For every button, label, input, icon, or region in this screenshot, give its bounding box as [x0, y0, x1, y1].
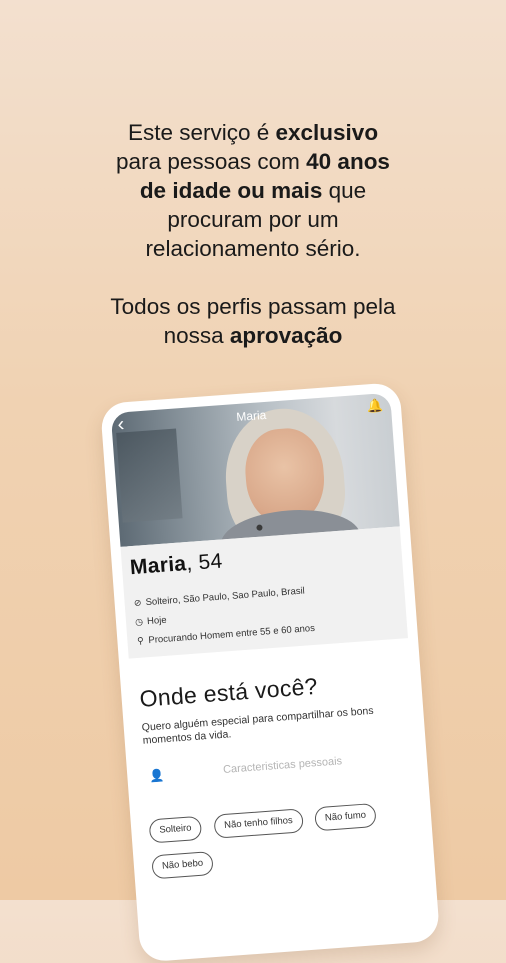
chip-solteiro[interactable]: Solteiro [148, 815, 203, 844]
promo-line-3: de idade ou mais que [139, 178, 367, 203]
promo-text: Este serviço é exclusivo para pessoas co… [30, 118, 476, 350]
profile-photo[interactable]: ‹ Maria 🔔 [110, 392, 400, 547]
last-seen-line: ◷ Hoje [134, 614, 167, 628]
search-icon: ⚲ [136, 635, 145, 646]
promo-line-2: para pessoas com 40 anos [116, 149, 390, 174]
characteristics-label: Caracteristicas pessoais [222, 755, 343, 776]
promo-line-5: relacionamento sério. [145, 236, 361, 261]
promo-line-4: procuram por um [167, 207, 339, 232]
status-line: ⊘ Solteiro, São Paulo, Sao Paulo, Brasil [133, 585, 306, 609]
phone-mockup: ‹ Maria 🔔 Maria, 54 ⊘ Solteiro, São Paulo… [100, 382, 441, 963]
chip-nao-fumo[interactable]: Não fumo [314, 802, 377, 832]
chip-nao-tenho-filhos[interactable]: Não tenho filhos [213, 808, 304, 839]
promo-line-1: Este serviço é exclusivo [127, 120, 379, 145]
profile-name-age: Maria, 54 [129, 549, 224, 580]
promo-line-7: nossa aprovação [163, 323, 343, 348]
section-title: Onde está você? [138, 672, 319, 712]
profile-info: Maria, 54 ⊘ Solteiro, São Paulo, Sao Paul… [120, 526, 408, 659]
characteristics-row[interactable]: 👤 Caracteristicas pessoais [145, 748, 410, 787]
looking-for-line: ⚲ Procurando Homem entre 55 e 60 anos [136, 622, 316, 647]
promo-line-6: Todos os perfis passam pela [110, 294, 396, 319]
chip-nao-bebo[interactable]: Não bebo [151, 850, 214, 880]
clock-icon: ◷ [134, 616, 144, 627]
bell-icon[interactable]: 🔔 [366, 397, 383, 414]
compass-icon: ⊘ [133, 597, 142, 609]
user-icon: 👤 [148, 768, 165, 784]
